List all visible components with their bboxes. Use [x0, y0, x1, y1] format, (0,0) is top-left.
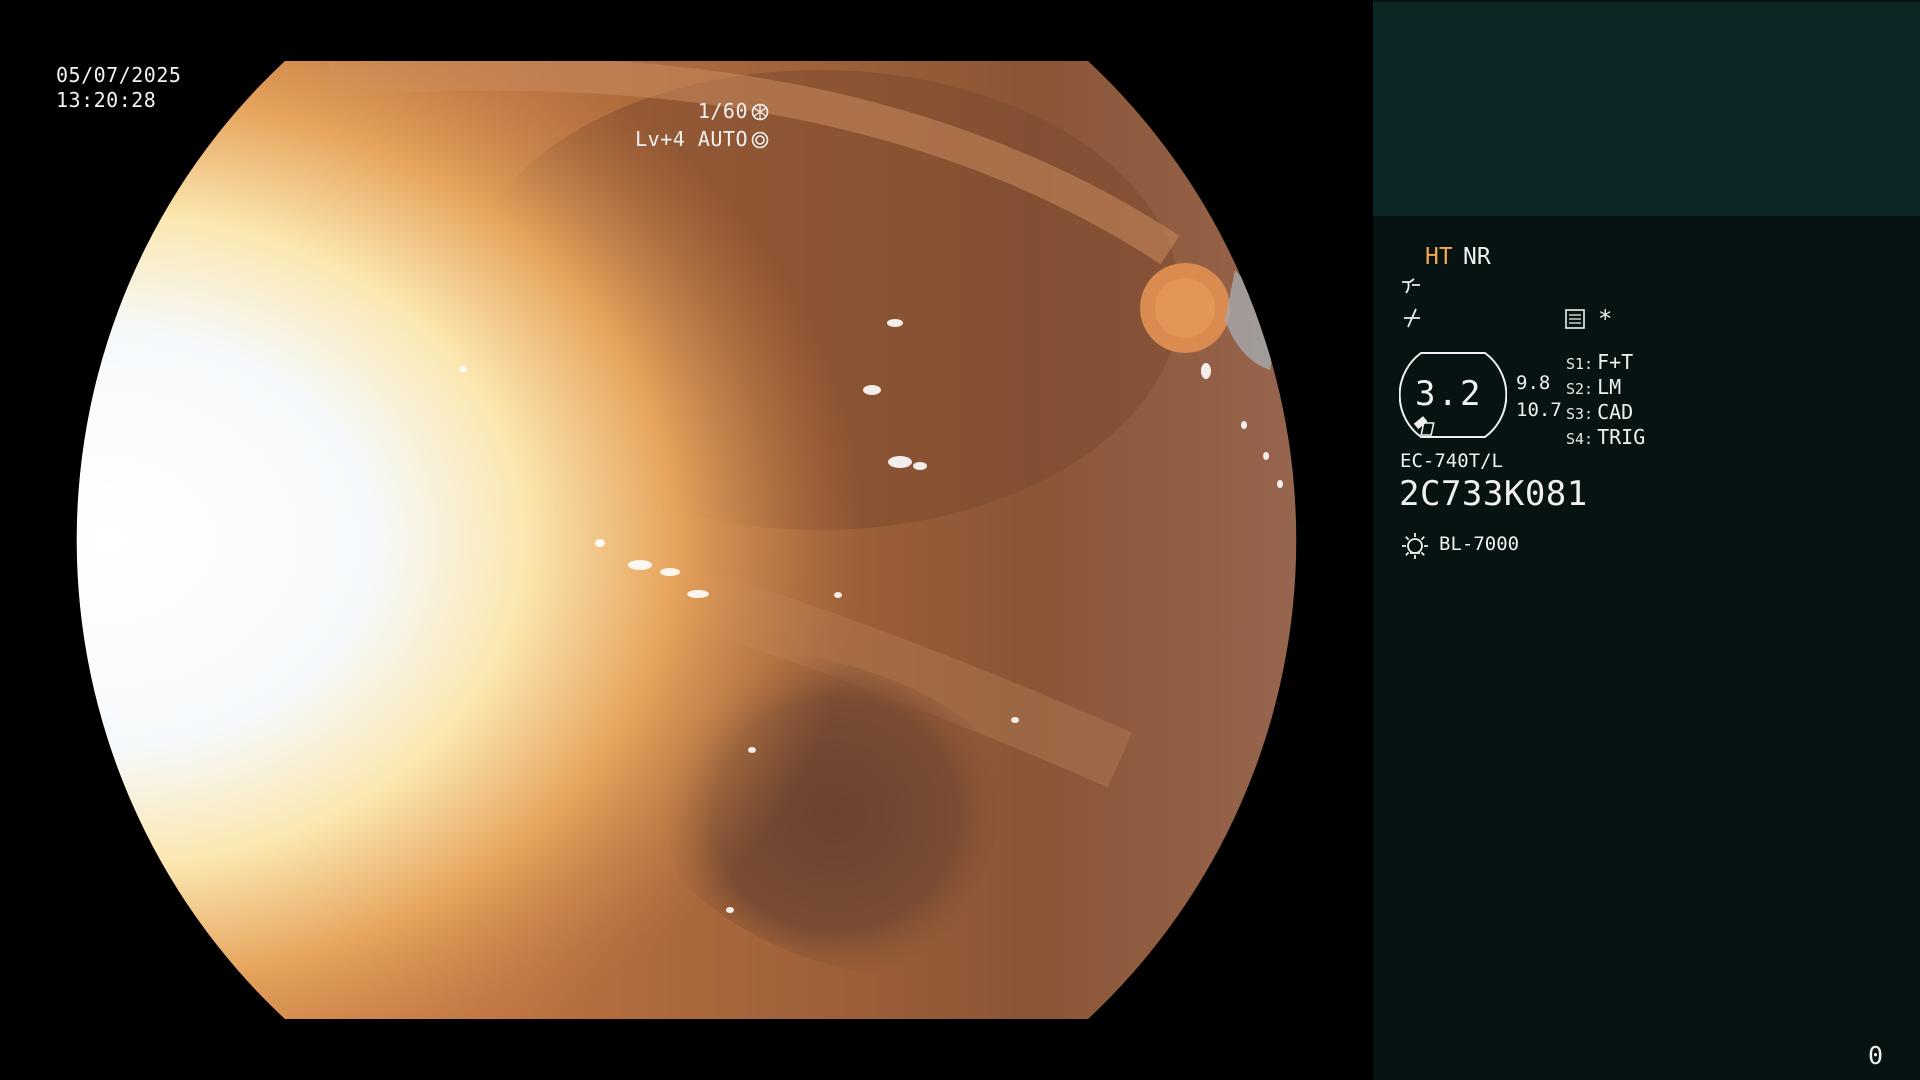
endoscopy-screen: 05/07/2025 13:20:28 1/60 Lv+4 AUTO HT NR	[0, 0, 1920, 1080]
switch-3: S3: CAD	[1566, 400, 1633, 424]
light-source-model: BL-7000	[1439, 533, 1520, 555]
switch-4: S4: TRIG	[1566, 425, 1645, 449]
switch-1: S1: F+T	[1566, 350, 1633, 374]
color-enhance-icon	[1404, 308, 1420, 328]
thumbnail-area	[1373, 2, 1920, 216]
zoom-value: 3.2	[1415, 374, 1483, 414]
scope-model: EC-740T/L	[1400, 450, 1503, 472]
frame-counter: 0	[1868, 1041, 1884, 1070]
info-panel: HT NR * 3.2 9.8 10.7 S1: F+T S2: LM S3: …	[1373, 0, 1920, 1080]
switch-value: TRIG	[1597, 425, 1646, 449]
switch-key: S3:	[1566, 405, 1594, 423]
scope-serial-number: 2C733K081	[1399, 474, 1588, 514]
iris-icon	[751, 131, 769, 148]
asterisk-indicator: *	[1598, 305, 1613, 333]
scale-value-bottom: 10.7	[1516, 399, 1562, 421]
endoscopic-image	[76, 61, 1297, 1019]
shutter-readout: 1/60	[698, 99, 769, 124]
switch-2: S2: LM	[1566, 375, 1621, 399]
iris-level: Lv+4 AUTO	[635, 127, 748, 151]
switch-value: F+T	[1597, 350, 1634, 374]
shutter-speed: 1/60	[697, 99, 748, 123]
switch-key: S2:	[1566, 380, 1594, 398]
exam-time: 13:20:28	[56, 88, 157, 112]
endoscope-view: 05/07/2025 13:20:28 1/60 Lv+4 AUTO	[0, 0, 1373, 1080]
memo-icon	[1565, 309, 1585, 329]
exam-date: 05/07/2025	[56, 63, 182, 87]
switch-key: S1:	[1566, 355, 1594, 373]
scale-value-top: 9.8	[1516, 372, 1551, 394]
switch-key: S4:	[1566, 430, 1594, 448]
switch-value: LM	[1597, 375, 1622, 399]
structure-enhance-icon	[1402, 278, 1420, 294]
shutter-icon	[751, 103, 769, 120]
ht-mode-indicator: HT	[1425, 244, 1453, 270]
iris-readout: Lv+4 AUTO	[635, 127, 769, 152]
switch-value: CAD	[1597, 400, 1634, 424]
nr-mode-indicator: NR	[1463, 244, 1491, 270]
light-source-icon	[1402, 533, 1428, 559]
